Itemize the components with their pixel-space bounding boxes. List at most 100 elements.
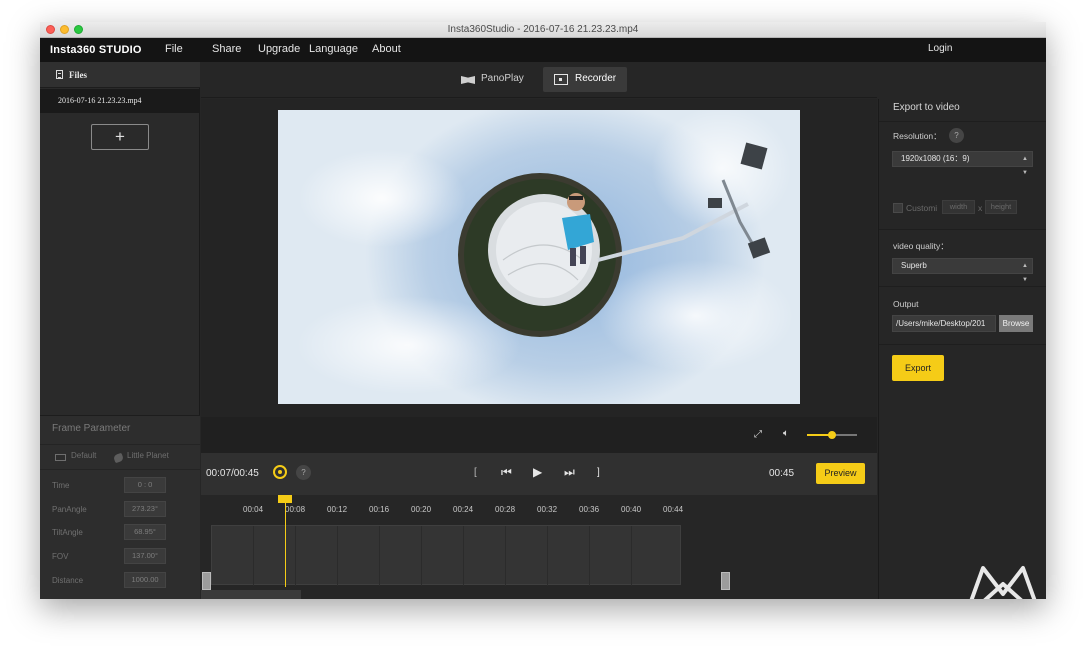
param-value-distance[interactable]: 1000.00 [124, 572, 166, 588]
menu-bar: Insta360 STUDIO File Share Upgrade Langu… [40, 38, 1046, 62]
resolution-help-icon[interactable]: ? [949, 128, 964, 143]
video-stage [201, 99, 877, 417]
play-button[interactable]: ▶ [533, 465, 542, 479]
title-bar: Insta360Studio - 2016-07-16 21.23.23.mp4 [40, 22, 1046, 38]
resolution-label: Resolution： [893, 131, 942, 141]
quality-label: video quality： [893, 241, 949, 251]
track-gridline [505, 526, 506, 586]
tab-recorder[interactable]: Recorder [543, 67, 627, 92]
custom-resolution-checkbox[interactable] [893, 203, 903, 213]
volume-slider[interactable] [807, 431, 857, 439]
menu-share[interactable]: Share [212, 43, 241, 55]
file-name: 2016-07-16 21.23.23.mp4 [58, 96, 142, 105]
export-panel: Export to video Resolution： ? 1920x1080 … [878, 99, 1046, 599]
output-path-field[interactable]: /Users/mike/Desktop/201 [892, 315, 996, 332]
custom-label: Customi [906, 203, 938, 213]
file-list-icon [56, 70, 63, 79]
param-label: TiltAngle [52, 528, 83, 537]
divider [879, 286, 1046, 287]
volume-knob[interactable] [828, 431, 836, 439]
frame-parameter-panel: Frame Parameter Default Little Planet Ti… [40, 415, 200, 599]
select-arrow-icon: ▲ ▼ [1022, 156, 1028, 176]
timeline-zoom-bar[interactable] [201, 590, 301, 599]
login-link[interactable]: Login [928, 43, 952, 54]
app-window: Insta360Studio - 2016-07-16 21.23.23.mp4… [40, 22, 1046, 599]
param-value-panangle[interactable]: 273.23° [124, 501, 166, 517]
param-value-fov[interactable]: 137.00° [124, 548, 166, 564]
quality-select[interactable]: Superb ▲ ▼ [892, 258, 1033, 283]
menu-language[interactable]: Language [309, 43, 358, 55]
frame-mode-row: Default Little Planet [40, 444, 200, 470]
menu-upgrade[interactable]: Upgrade [258, 43, 300, 55]
param-label: Time [52, 481, 70, 490]
divider [879, 344, 1046, 345]
timeline-tick: 00:12 [327, 505, 348, 514]
timeline[interactable]: 00:04 00:08 00:12 00:16 00:20 00:24 00:2… [201, 495, 877, 599]
param-value-tiltangle[interactable]: 68.95° [124, 524, 166, 540]
track-gridline [253, 526, 254, 586]
width-field[interactable]: width [942, 200, 975, 214]
menu-about[interactable]: About [372, 43, 401, 55]
divider [879, 229, 1046, 230]
files-label: Files [69, 70, 87, 80]
browse-button[interactable]: Browse [999, 315, 1033, 332]
locate-icon[interactable] [273, 465, 287, 479]
param-row-time: Time 0 : 0 [40, 475, 200, 497]
playhead-handle[interactable] [278, 495, 292, 503]
timeline-tick: 00:40 [621, 505, 642, 514]
tab-panoplay-label: PanoPlay [481, 73, 524, 84]
track-gridline [631, 526, 632, 586]
insta360-logo-icon [969, 566, 1037, 599]
track-gridline [463, 526, 464, 586]
add-file-button[interactable]: + [91, 124, 149, 150]
current-time: 00:07/00:45 [206, 468, 259, 479]
video-preview[interactable] [278, 110, 800, 404]
timeline-tick: 00:16 [369, 505, 390, 514]
track-gridline [421, 526, 422, 586]
mode-tab-bar: PanoPlay Recorder [201, 62, 877, 98]
output-label: Output [893, 299, 919, 309]
param-label: PanAngle [52, 505, 87, 514]
help-icon[interactable]: ? [296, 465, 311, 480]
mark-out-button[interactable]: ] [597, 467, 600, 478]
playback-bar: 00:07/00:45 ? [ ⏮ ▶ ⏭ ] 00:45 Preview [201, 453, 877, 495]
frame-parameter-title: Frame Parameter [52, 423, 131, 434]
divider [879, 121, 1046, 122]
trim-end-handle[interactable] [721, 572, 730, 590]
mark-in-button[interactable]: [ [474, 467, 477, 478]
timeline-tick: 00:24 [453, 505, 474, 514]
resolution-select[interactable]: 1920x1080 (16：9) ▲ ▼ [892, 151, 1033, 176]
timeline-tick: 00:20 [411, 505, 432, 514]
previous-button[interactable]: ⏮ [501, 465, 512, 480]
app-brand: Insta360 STUDIO [50, 44, 142, 56]
tab-panoplay[interactable]: PanoPlay [459, 67, 535, 92]
param-row-panangle: PanAngle 273.23° [40, 499, 200, 521]
mode-little-planet[interactable]: Little Planet [127, 451, 169, 460]
timeline-tick: 00:08 [285, 505, 306, 514]
menu-file[interactable]: File [165, 43, 183, 55]
little-planet-image [458, 142, 771, 337]
default-view-icon [55, 454, 66, 461]
fullscreen-icon[interactable]: ⤢ [754, 429, 762, 440]
timeline-tick: 00:44 [663, 505, 684, 514]
files-panel: Files 2016-07-16 21.23.23.mp4 + Frame Pa… [40, 62, 200, 599]
next-button[interactable]: ⏭ [564, 465, 575, 480]
mode-default[interactable]: Default [71, 451, 96, 460]
little-planet-icon [112, 452, 125, 464]
preview-button[interactable]: Preview [816, 463, 865, 484]
trim-start-handle[interactable] [202, 572, 211, 590]
param-row-distance: Distance 1000.00 [40, 570, 200, 592]
export-button[interactable]: Export [892, 355, 944, 381]
param-value-time[interactable]: 0 : 0 [124, 477, 166, 493]
file-list-item[interactable]: 2016-07-16 21.23.23.mp4 [40, 89, 200, 113]
track-gridline [589, 526, 590, 586]
recorder-icon [554, 74, 568, 85]
timeline-tick: 00:04 [243, 505, 264, 514]
dimension-separator: x [978, 203, 983, 213]
quality-value: Superb [901, 261, 927, 270]
volume-icon[interactable]: 🔈︎ [783, 428, 789, 439]
height-field[interactable]: height [985, 200, 1017, 214]
files-header: Files [40, 62, 200, 88]
playhead[interactable] [285, 495, 286, 587]
timeline-track[interactable] [211, 525, 681, 586]
